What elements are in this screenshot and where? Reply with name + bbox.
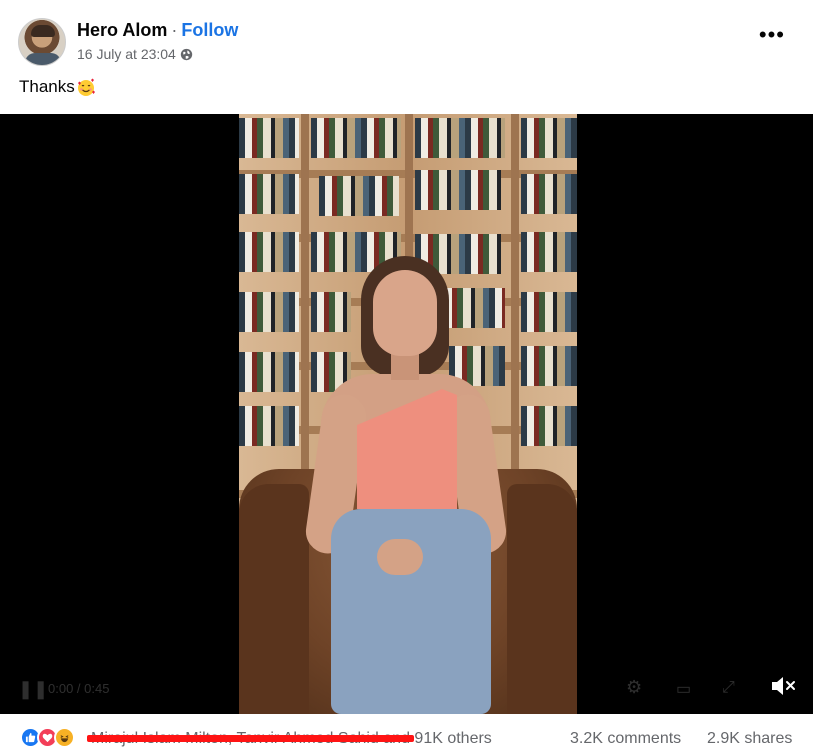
- author-avatar[interactable]: [18, 18, 66, 66]
- author-line: Hero Alom · Follow: [77, 20, 238, 41]
- video-player[interactable]: ❚❚ 0:00 / 0:45 ⚙ ▭ ⤢: [0, 114, 813, 714]
- post-timestamp[interactable]: 16 July at 23:04: [77, 46, 176, 62]
- reactor-count: 91K others: [414, 730, 492, 747]
- post-caption: Thanks: [19, 77, 96, 97]
- video-frame: [239, 114, 577, 714]
- separator-dot: ·: [171, 20, 178, 40]
- gear-icon[interactable]: ⚙: [626, 677, 642, 698]
- comments-count[interactable]: 3.2K comments: [570, 730, 681, 748]
- post-header: Hero Alom · Follow 16 July at 23:04 •••: [0, 0, 813, 70]
- speaker-muted-icon[interactable]: [770, 674, 796, 698]
- smiling-face-with-hearts-icon: [77, 78, 95, 96]
- post-meta: 16 July at 23:04: [77, 46, 193, 62]
- redacted-reactor-names: Mirajul Islam Milton, Tanvir Ahmed Sahid…: [91, 730, 410, 747]
- globe-icon: [180, 48, 193, 60]
- reactors-summary[interactable]: Mirajul Islam Milton, Tanvir Ahmed Sahid…: [91, 730, 492, 748]
- video-controls: ❚❚ 0:00 / 0:45 ⚙ ▭ ⤢: [0, 659, 813, 714]
- haha-reaction-icon: [54, 727, 75, 748]
- video-time: 0:00 / 0:45: [48, 681, 110, 696]
- shares-count[interactable]: 2.9K shares: [707, 730, 792, 748]
- post-footer: Mirajul Islam Milton, Tanvir Ahmed Sahid…: [0, 714, 813, 755]
- pause-icon[interactable]: ❚❚: [18, 679, 48, 700]
- picture-in-picture-icon[interactable]: ▭: [676, 679, 691, 699]
- more-options-icon[interactable]: •••: [759, 24, 785, 46]
- person-face: [373, 270, 437, 356]
- caption-text: Thanks: [19, 77, 75, 96]
- follow-button[interactable]: Follow: [181, 20, 238, 40]
- author-name[interactable]: Hero Alom: [77, 20, 167, 40]
- reaction-icons[interactable]: [20, 727, 75, 748]
- fullscreen-icon[interactable]: ⤢: [722, 679, 735, 697]
